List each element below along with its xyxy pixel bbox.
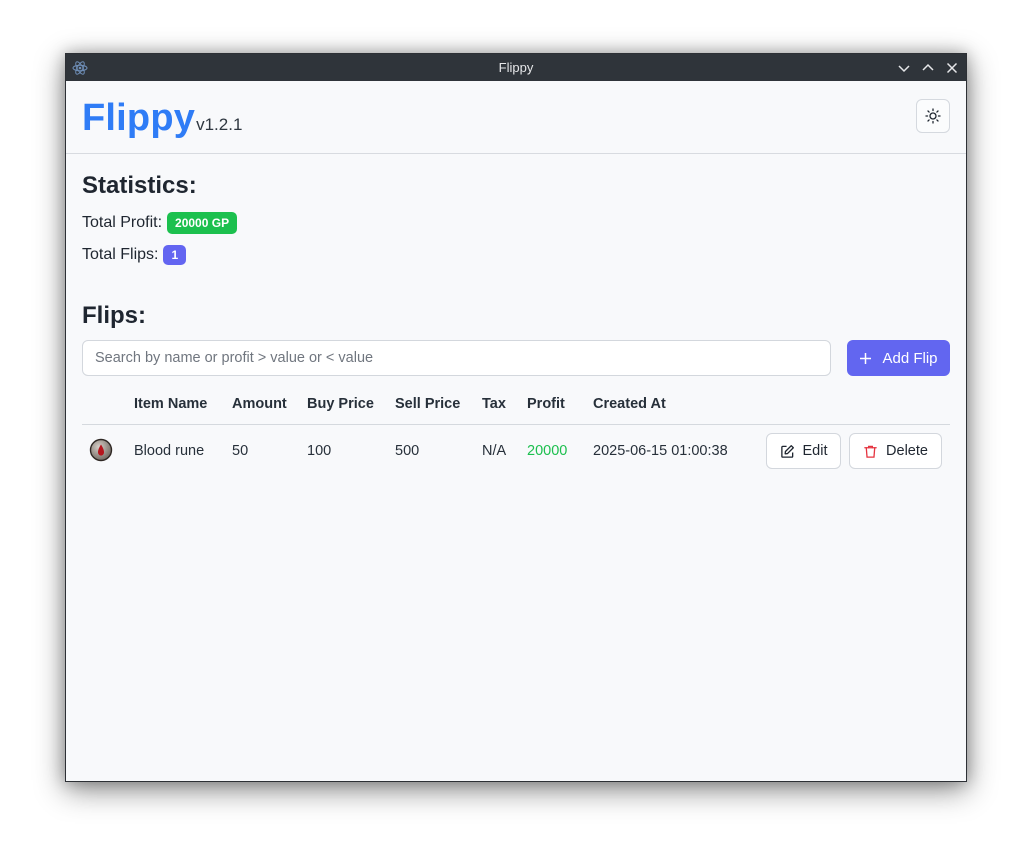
total-flips-label: Total Flips: (82, 246, 159, 263)
cell-tax: N/A (482, 443, 507, 459)
maximize-icon[interactable] (920, 60, 936, 76)
statistics-heading: Statistics: (82, 172, 197, 199)
search-input[interactable] (82, 340, 831, 376)
total-profit-stat: Total Profit: 20000 GP (82, 212, 238, 234)
column-header-sell-price[interactable]: Sell Price (395, 396, 460, 412)
delete-label: Delete (886, 443, 928, 459)
cell-item-name: Blood rune (134, 443, 205, 459)
table-header-divider (82, 424, 950, 425)
minimize-icon[interactable] (896, 60, 912, 76)
delete-button[interactable]: Delete (849, 433, 942, 469)
total-flips-badge: 1 (163, 245, 187, 265)
app-name: Flippy (82, 97, 196, 139)
column-header-amount[interactable]: Amount (232, 396, 287, 412)
plus-icon (860, 352, 872, 364)
total-profit-badge: 20000 GP (167, 212, 238, 234)
total-profit-label: Total Profit: (82, 214, 163, 231)
add-flip-button[interactable]: Add Flip (847, 340, 950, 376)
total-flips-stat: Total Flips: 1 (82, 245, 187, 265)
column-header-tax[interactable]: Tax (482, 396, 506, 412)
cell-amount: 50 (232, 443, 249, 459)
app-version: v1.2.1 (196, 115, 243, 134)
sun-icon (925, 108, 941, 124)
flips-heading: Flips: (82, 302, 146, 329)
window-title: Flippy (498, 60, 534, 75)
column-header-profit[interactable]: Profit (527, 396, 565, 412)
app-window: Flippy Flippyv1.2.1 Statistics: Total Pr… (65, 53, 967, 782)
close-icon[interactable] (944, 60, 960, 76)
app-header: Flippyv1.2.1 (66, 81, 966, 154)
column-header-buy-price[interactable]: Buy Price (307, 396, 374, 412)
cell-profit: 20000 (527, 443, 568, 459)
cell-sell-price: 500 (395, 443, 420, 459)
window-titlebar[interactable]: Flippy (66, 54, 966, 81)
edit-button[interactable]: Edit (766, 433, 841, 469)
column-header-item-name[interactable]: Item Name (134, 396, 207, 412)
cell-buy-price: 100 (307, 443, 332, 459)
column-header-created-at[interactable]: Created At (593, 396, 666, 412)
cell-created-at: 2025-06-15 01:00:38 (593, 443, 728, 459)
brand: Flippyv1.2.1 (82, 97, 242, 140)
add-flip-label: Add Flip (882, 349, 938, 367)
edit-label: Edit (802, 443, 828, 459)
edit-icon (780, 444, 794, 458)
blood-rune-icon (89, 438, 113, 462)
trash-icon (864, 445, 877, 458)
theme-toggle-button[interactable] (916, 99, 950, 133)
